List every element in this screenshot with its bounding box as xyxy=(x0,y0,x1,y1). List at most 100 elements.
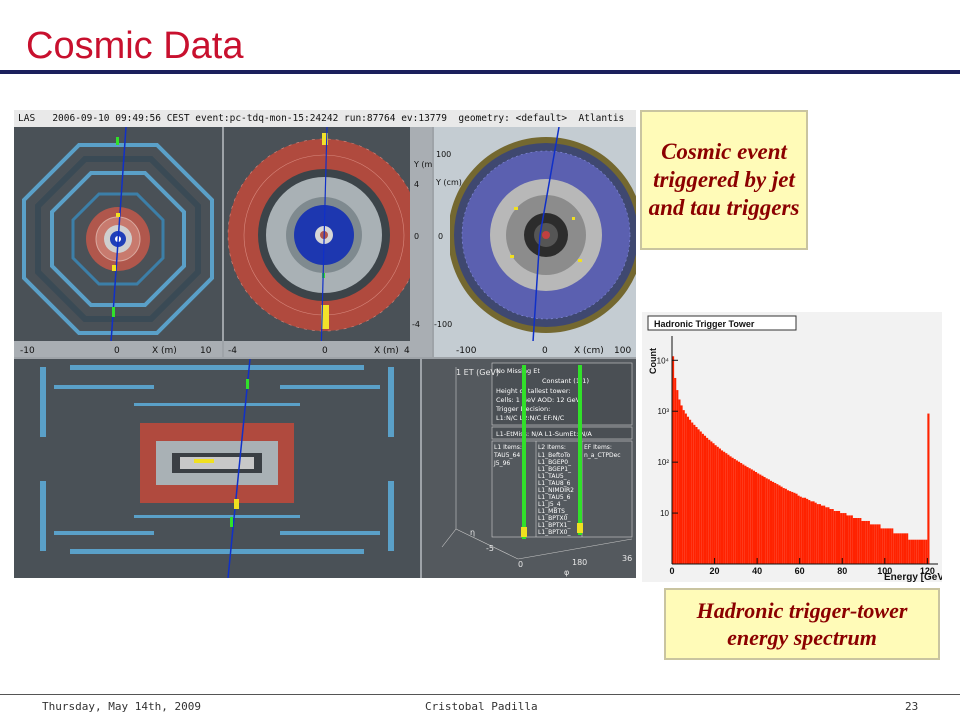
histogram-bar xyxy=(829,509,832,564)
histogram-bar xyxy=(752,470,755,564)
histogram-bar xyxy=(880,528,883,564)
xlabel-left: X (m) xyxy=(152,346,177,356)
histogram-bar xyxy=(763,477,766,564)
histogram-bar xyxy=(923,539,926,564)
histogram-bar xyxy=(674,377,677,564)
footer-date: Thursday, May 14th, 2009 xyxy=(42,700,201,713)
l2-item: L1_MBTS_ xyxy=(538,508,569,515)
xtick-right-2: 100 xyxy=(614,346,631,356)
histogram-bar xyxy=(729,456,732,564)
histogram-bar xyxy=(848,515,851,564)
ytick-right-0: 100 xyxy=(436,150,451,159)
histogram-bar xyxy=(716,446,719,564)
histogram-bar xyxy=(910,539,913,564)
histogram-bar xyxy=(863,520,866,564)
y-tick-label: 10 xyxy=(660,509,669,518)
histogram-bar xyxy=(803,497,807,564)
histogram-bar xyxy=(750,469,753,564)
ytick-mid-1: 0 xyxy=(414,232,419,241)
histogram-bar xyxy=(786,490,790,564)
x-tick-label: 40 xyxy=(752,566,762,576)
footer-author: Cristobal Padilla xyxy=(425,700,538,713)
histogram-bar xyxy=(799,496,802,564)
histogram-bar xyxy=(714,445,717,564)
histogram-bar xyxy=(727,454,730,564)
l1-item-1: J5_96 xyxy=(493,460,510,467)
histogram-bar xyxy=(869,524,873,564)
phi-tick-2: 36 xyxy=(622,554,632,563)
histogram-bar xyxy=(903,533,907,564)
histogram-bar xyxy=(757,473,760,564)
l2-item: L1_BPTX0_ xyxy=(538,529,571,536)
slide-title: Cosmic Data xyxy=(26,25,244,67)
histogram-bar xyxy=(710,441,713,564)
histogram-bar xyxy=(725,453,728,564)
histogram-bar xyxy=(893,533,896,564)
histogram-bar xyxy=(689,419,692,564)
ef-items-title: EF Items: xyxy=(584,444,612,451)
histogram-bar xyxy=(899,533,902,564)
histogram-bar xyxy=(859,518,862,564)
histogram-bar xyxy=(927,413,930,564)
histogram-bar xyxy=(793,492,796,564)
histogram-bar xyxy=(774,482,777,564)
histogram-bar xyxy=(846,515,849,564)
histogram-bar xyxy=(810,501,813,564)
yx-view-outer: -10 0 X (m) 10 xyxy=(14,127,222,357)
histogram-bar xyxy=(912,539,915,564)
xlabel-right: X (cm) xyxy=(574,346,604,356)
callout-spectrum: Hadronic trigger-tower energy spectrum xyxy=(664,588,940,660)
histogram-bar xyxy=(761,475,764,564)
histogram-bar xyxy=(759,474,762,564)
phi-tick-1: 180 xyxy=(572,558,587,567)
eta-label: η xyxy=(470,528,475,537)
histogram-bar xyxy=(808,500,811,564)
histogram-bar xyxy=(844,513,847,564)
l1-items-title: L1 Items: xyxy=(494,444,522,451)
histogram-bar xyxy=(754,472,758,564)
info-line-5: L1:N/C L2:N/C EF:N/C xyxy=(496,414,565,422)
xtick-mid-1: 0 xyxy=(322,346,328,356)
histogram-bar xyxy=(867,520,870,564)
y-tick-label: 10² xyxy=(657,458,669,467)
histogram-bar xyxy=(878,524,881,564)
histogram-bar xyxy=(701,433,704,564)
l2-item: L1_BeftoTo xyxy=(538,452,571,459)
histogram-bar xyxy=(789,491,792,564)
histogram-bar xyxy=(812,501,815,564)
histogram-bar xyxy=(776,484,779,564)
lego-et-label: 1 ET (GeV) xyxy=(456,368,499,377)
x-tick-label: 100 xyxy=(877,566,892,576)
histogram-bar xyxy=(908,539,911,564)
histogram-bar xyxy=(831,509,834,564)
histogram-bar xyxy=(723,451,726,564)
ytick-right-1: 0 xyxy=(438,232,443,241)
histogram-bar xyxy=(691,422,694,564)
histogram-bar xyxy=(744,465,747,564)
hadronic-spectrum-chart: Hadronic Trigger Tower Count Energy [GeV… xyxy=(642,312,942,582)
histogram-bar xyxy=(695,427,698,564)
histogram-bar xyxy=(784,488,787,564)
x-tick-label: 80 xyxy=(837,566,847,576)
histogram-bar xyxy=(872,524,875,564)
xtick-right-1: 0 xyxy=(542,346,548,356)
histogram-bar xyxy=(886,528,890,564)
histogram-bar xyxy=(703,435,707,564)
histogram-bar xyxy=(920,539,924,564)
histogram-bar xyxy=(806,498,809,564)
histogram-bar xyxy=(718,448,721,564)
histogram-bar xyxy=(712,443,715,564)
histogram-bar xyxy=(850,515,853,564)
histogram-bar xyxy=(686,416,690,564)
rhoz-view xyxy=(14,359,420,578)
histogram-bar xyxy=(735,460,738,564)
histogram-bar xyxy=(835,510,838,564)
l2-item: L1_TAU5_ xyxy=(538,473,568,480)
histogram-bar xyxy=(914,539,917,564)
histogram-bar xyxy=(874,524,877,564)
histogram-bar xyxy=(906,533,909,564)
l2-item: L1_BPTX0_ xyxy=(538,515,571,522)
histogram-bar xyxy=(852,518,856,564)
histogram-bar xyxy=(782,488,785,564)
histogram-bar xyxy=(842,513,845,564)
